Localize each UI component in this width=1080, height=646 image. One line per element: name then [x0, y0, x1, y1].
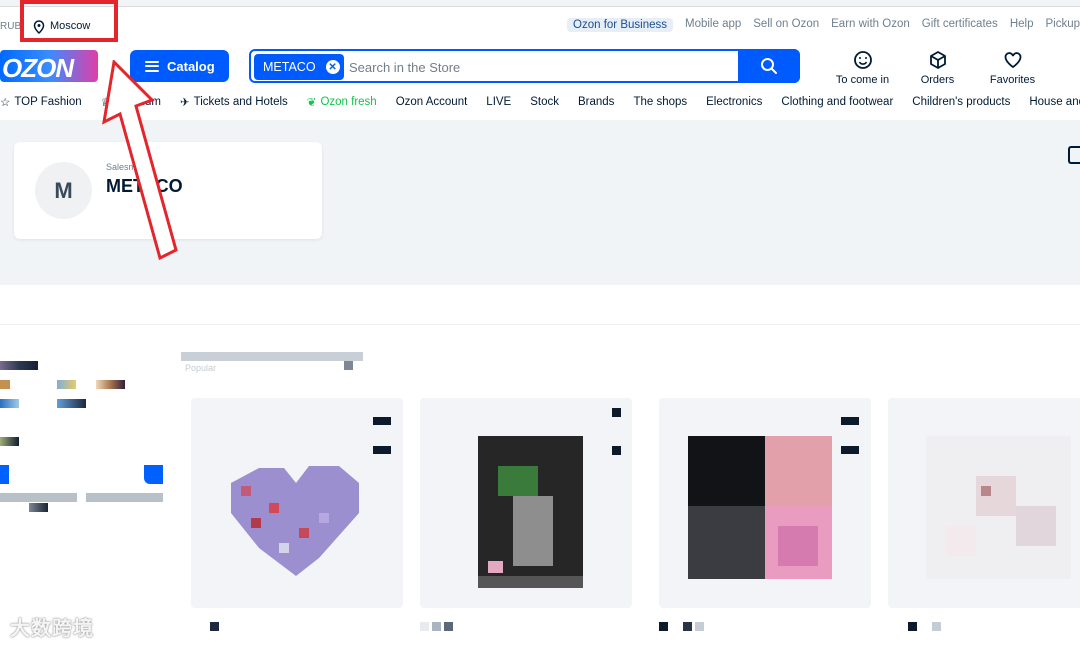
product-image [478, 436, 583, 588]
star-icon: ☆ [0, 97, 11, 109]
card-badge [841, 446, 859, 454]
watermark: 大数跨境 [10, 618, 94, 640]
orders-label: Orders [920, 74, 955, 86]
sort-chevron-icon [344, 361, 353, 370]
sort-label: Popular [185, 363, 217, 373]
login-label: To come in [835, 74, 890, 86]
price-placeholder [659, 618, 707, 636]
nav-item-shops[interactable]: The shops [624, 95, 697, 109]
top-link-earn[interactable]: Earn with Ozon [831, 18, 910, 32]
product-image [926, 436, 1071, 579]
clear-chip-icon[interactable]: ✕ [325, 60, 340, 74]
product-card[interactable] [659, 398, 871, 608]
nav-item-ozon-fresh[interactable]: ❦ Ozon fresh [297, 95, 386, 109]
nav-item-live[interactable]: LIVE [477, 95, 521, 109]
price-placeholder [210, 618, 222, 636]
basket-button[interactable]: Ba [1050, 50, 1080, 86]
search-input[interactable] [349, 55, 729, 79]
top-link-sell[interactable]: Sell on Ozon [753, 18, 819, 32]
box-icon [929, 51, 946, 69]
card-badge [373, 446, 391, 454]
section-divider [0, 324, 1080, 325]
card-badge [841, 417, 859, 425]
nav-item-brands[interactable]: Brands [569, 95, 624, 109]
top-link-mobile-app[interactable]: Mobile app [685, 18, 741, 32]
nav-item-children[interactable]: Children's products [903, 95, 1020, 109]
chip-label: METACO [263, 60, 316, 74]
nav-label: Tickets and Hotels [193, 96, 288, 108]
currency-label[interactable]: RUB [0, 21, 21, 32]
nav-label: TOP Fashion [14, 96, 82, 108]
smile-icon [853, 51, 872, 69]
nav-item-ozon-account[interactable]: Ozon Account [386, 95, 477, 109]
header-icons: To come in Orders Favorites Ba [825, 50, 1080, 86]
nav-item-electronics[interactable]: Electronics [697, 95, 772, 109]
card-badge [612, 408, 621, 417]
share-icon[interactable] [1068, 146, 1080, 164]
page: RUB Moscow Ozon for Business Mobile app … [0, 0, 1080, 646]
top-link-business[interactable]: Ozon for Business [567, 18, 673, 32]
top-link-pickup[interactable]: Pickup [1045, 18, 1080, 32]
orders-button[interactable]: Orders [900, 50, 975, 86]
product-card[interactable] [420, 398, 632, 608]
card-badge [612, 446, 621, 455]
nav-item-clothing[interactable]: Clothing and footwear [772, 95, 903, 109]
product-image [688, 436, 832, 579]
annotation-highlight-box [20, 0, 118, 42]
search-bar: METACO ✕ [249, 49, 800, 83]
product-card[interactable] [191, 398, 403, 608]
search-icon [761, 58, 777, 74]
product-image [231, 466, 359, 576]
price-placeholder [908, 618, 944, 636]
top-links: Ozon for Business Mobile app Sell on Ozo… [567, 18, 1080, 32]
nav-item-top-fashion[interactable]: ☆ TOP Fashion [0, 95, 91, 109]
price-placeholder [420, 618, 456, 636]
browser-url-bar [0, 0, 1080, 7]
annotation-arrow [102, 60, 178, 260]
favorites-label: Favorites [989, 74, 1036, 86]
favorites-button[interactable]: Favorites [975, 50, 1050, 86]
login-button[interactable]: To come in [825, 50, 900, 86]
heart-icon [1004, 52, 1021, 69]
search-button[interactable] [738, 49, 800, 83]
card-badge [373, 417, 391, 425]
logo-text: OZON [2, 53, 74, 83]
nav-label: Ozon fresh [320, 96, 377, 108]
top-utility-bar: RUB Moscow Ozon for Business Mobile app … [0, 12, 1080, 40]
ozon-logo[interactable]: OZON [0, 50, 98, 83]
store-filter-chip[interactable]: METACO ✕ [254, 54, 344, 80]
top-link-help[interactable]: Help [1010, 18, 1034, 32]
sort-dropdown[interactable] [181, 352, 363, 361]
product-card[interactable] [888, 398, 1080, 608]
leaf-icon: ❦ [306, 97, 317, 109]
top-link-gift[interactable]: Gift certificates [922, 18, 998, 32]
nav-item-house[interactable]: House and ga [1020, 95, 1080, 109]
nav-item-stock[interactable]: Stock [521, 95, 569, 109]
avatar: M [35, 162, 92, 219]
